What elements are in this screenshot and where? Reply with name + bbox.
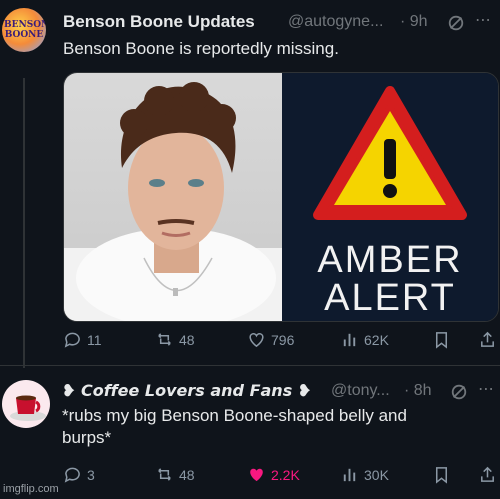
separator	[0, 365, 500, 366]
tweet-text-line1: *rubs my big Benson Boone-shaped belly a…	[62, 406, 407, 425]
handle[interactable]: @autogyne...	[288, 13, 383, 31]
share-icon[interactable]	[478, 465, 497, 484]
grok-icon[interactable]	[447, 14, 465, 32]
timestamp[interactable]: · 9h	[400, 13, 428, 31]
tweet-text-line2: burps*	[62, 428, 112, 447]
avatar-logo-text: BENSON BOONE	[4, 20, 46, 40]
tweet-text: Benson Boone is reportedly missing.	[63, 39, 339, 58]
like-button-active[interactable]: 2.2K	[247, 465, 300, 484]
views-icon	[343, 333, 356, 347]
watermark: imgflip.com	[3, 483, 59, 495]
share-icon[interactable]	[478, 330, 497, 349]
repost-count: 48	[179, 331, 195, 348]
repost-count: 48	[179, 466, 195, 483]
more-icon[interactable]: ⋯	[475, 10, 491, 30]
warning-sign-icon	[313, 86, 467, 220]
views-icon	[343, 468, 356, 482]
reply-icon	[64, 467, 80, 483]
repost-button[interactable]: 48	[155, 465, 195, 484]
alert-line2: ALERT	[324, 277, 456, 319]
views-count: 30K	[364, 466, 389, 483]
reply-count: 11	[87, 331, 102, 348]
like-count: 2.2K	[271, 466, 300, 483]
views-count: 62K	[364, 331, 389, 348]
timestamp[interactable]: · 8h	[404, 382, 432, 400]
repost-button[interactable]: 48	[155, 330, 195, 349]
grok-icon[interactable]	[450, 383, 468, 401]
bookmark-icon[interactable]	[432, 465, 451, 484]
reply-icon	[64, 332, 80, 348]
display-name[interactable]: Benson Boone Updates	[63, 12, 255, 32]
reply-count: 3	[87, 466, 95, 483]
alert-line1: AMBER	[317, 239, 463, 281]
bookmark-icon[interactable]	[432, 330, 451, 349]
portrait-photo	[64, 73, 282, 321]
repost-icon	[158, 333, 171, 346]
tweet-media[interactable]: AMBER ALERT	[63, 72, 499, 322]
amber-alert-panel: AMBER ALERT	[282, 73, 498, 321]
avatar-coffee-lovers[interactable]	[2, 380, 50, 428]
like-count: 796	[271, 331, 295, 348]
display-name[interactable]: ❥ 𝘾𝙤𝙛𝙛𝙚𝙚 𝙇𝙤𝙫𝙚𝙧𝙨 𝙖𝙣𝙙 𝙁𝙖𝙣𝙨 ❥	[62, 381, 311, 400]
reply-button[interactable]: 3	[63, 465, 95, 484]
thread-line	[23, 78, 25, 368]
heart-icon	[249, 332, 264, 348]
repost-icon	[158, 468, 171, 481]
avatar-benson-boone-updates[interactable]: BENSON BOONE	[2, 8, 46, 52]
like-button[interactable]: 796	[247, 330, 294, 349]
handle[interactable]: @tony...	[331, 382, 390, 400]
heart-icon	[250, 468, 263, 482]
reply-button[interactable]: 11	[63, 330, 102, 349]
views-button[interactable]: 62K	[340, 330, 389, 349]
views-button[interactable]: 30K	[340, 465, 389, 484]
more-icon[interactable]: ⋯	[478, 379, 494, 399]
